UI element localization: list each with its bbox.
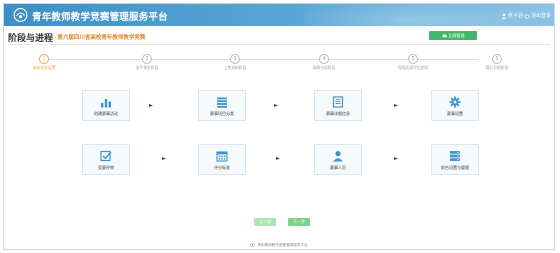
gear-icon (449, 96, 461, 108)
platform-logo-icon (250, 243, 256, 247)
step-label: 选手报名阶段 (135, 66, 159, 70)
arrow-right-icon (149, 104, 153, 107)
tile-label: 前台设置与管理 (441, 165, 469, 170)
step-number: 2 (142, 54, 152, 64)
arrow-right-icon (274, 104, 278, 107)
tile-competition-review[interactable]: 竞赛评审 (82, 144, 130, 175)
tile-label: 赛事设置 (447, 111, 463, 116)
tile-label: 竞赛评审 (98, 165, 114, 170)
prev-step-label: 上一步 (259, 219, 271, 224)
step-4[interactable]: 4 网络分组阶段 (294, 54, 354, 71)
list-icon (217, 97, 227, 108)
document-icon (332, 96, 344, 108)
step-number: 1 (39, 54, 49, 64)
page-subtitle: - 第六届四川省高校青年教师教学竞赛 (54, 35, 146, 41)
tile-project-category[interactable]: 赛事项目分类 (198, 90, 246, 121)
tile-label: 创建赛事活动 (94, 111, 118, 116)
arrow-right-icon (394, 157, 398, 160)
server-icon (450, 151, 460, 161)
step-3[interactable]: 3 上传材料阶段 (205, 54, 265, 71)
user-name: 张子涵 (508, 13, 524, 19)
tile-create-event[interactable]: 创建赛事活动 (82, 90, 130, 121)
arrow-right-icon (162, 157, 166, 160)
logout-link[interactable]: 退出登录 (524, 12, 551, 19)
tile-event-settings[interactable]: 赛事设置 (431, 90, 479, 121)
next-step-button[interactable]: 下一步 (288, 218, 310, 226)
step-number: 4 (319, 54, 329, 64)
step-label: 网络分组阶段 (312, 66, 336, 70)
page-title: 阶段与进程 (8, 33, 54, 43)
step-2[interactable]: 2 选手报名阶段 (117, 54, 177, 71)
footer-text: 青年教师教学竞赛管理服务平台 (257, 242, 308, 247)
prev-step-button[interactable]: 上一步 (254, 218, 276, 226)
tile-label: 赛事人员 (330, 165, 346, 170)
tile-label: 赛事项目分类 (210, 111, 234, 116)
bar-chart-icon (101, 99, 111, 108)
user-menu[interactable]: 张子涵 (501, 12, 523, 19)
step-1[interactable]: 1 基础信息设置 (14, 54, 74, 71)
tile-event-details[interactable]: 赛事详细信息 (314, 90, 362, 121)
tile-label: 评分标准 (214, 165, 230, 170)
step-label: 赛后总结阶段 (485, 66, 509, 70)
step-number: 5 (408, 54, 418, 64)
tile-frontend-settings[interactable]: 前台设置与管理 (431, 144, 479, 175)
step-label: 基础信息设置 (32, 66, 56, 70)
car-icon (441, 33, 447, 37)
manage-competition-button[interactable]: 比赛管理 (429, 31, 477, 40)
user-icon (501, 13, 507, 19)
footer: 青年教师教学竞赛管理服务平台 (4, 241, 554, 249)
step-number: 6 (492, 54, 502, 64)
app-title: 青年教师教学竞赛管理服务平台 (32, 12, 168, 23)
calendar-icon (216, 151, 228, 162)
person-icon (333, 151, 343, 162)
arrow-right-icon (276, 157, 280, 160)
step-6[interactable]: 6 赛后总结阶段 (467, 54, 527, 71)
power-icon (524, 12, 530, 19)
tile-label: 赛事详细信息 (326, 111, 350, 116)
tile-scoring-standard[interactable]: 评分标准 (198, 144, 246, 175)
tile-event-personnel[interactable]: 赛事人员 (314, 144, 362, 175)
arrow-right-icon (394, 104, 398, 107)
step-5[interactable]: 5 现场比赛评比阶段 (383, 54, 443, 71)
step-number: 3 (230, 54, 240, 64)
step-label: 现场比赛评比阶段 (397, 66, 429, 70)
manage-button-label: 比赛管理 (448, 32, 465, 38)
step-label: 上传材料阶段 (223, 66, 247, 70)
platform-logo-icon (13, 8, 28, 22)
logout-label: 退出登录 (531, 13, 552, 19)
checkbox-icon (100, 150, 112, 162)
next-step-label: 下一步 (293, 219, 305, 224)
top-bar: 青年教师教学竞赛管理服务平台 张子涵 退出登录 (4, 4, 554, 38)
title-divider (8, 44, 550, 45)
app-window: 青年教师教学竞赛管理服务平台 张子涵 退出登录 阶段与进程 - 第六届四川省高校… (3, 3, 555, 250)
